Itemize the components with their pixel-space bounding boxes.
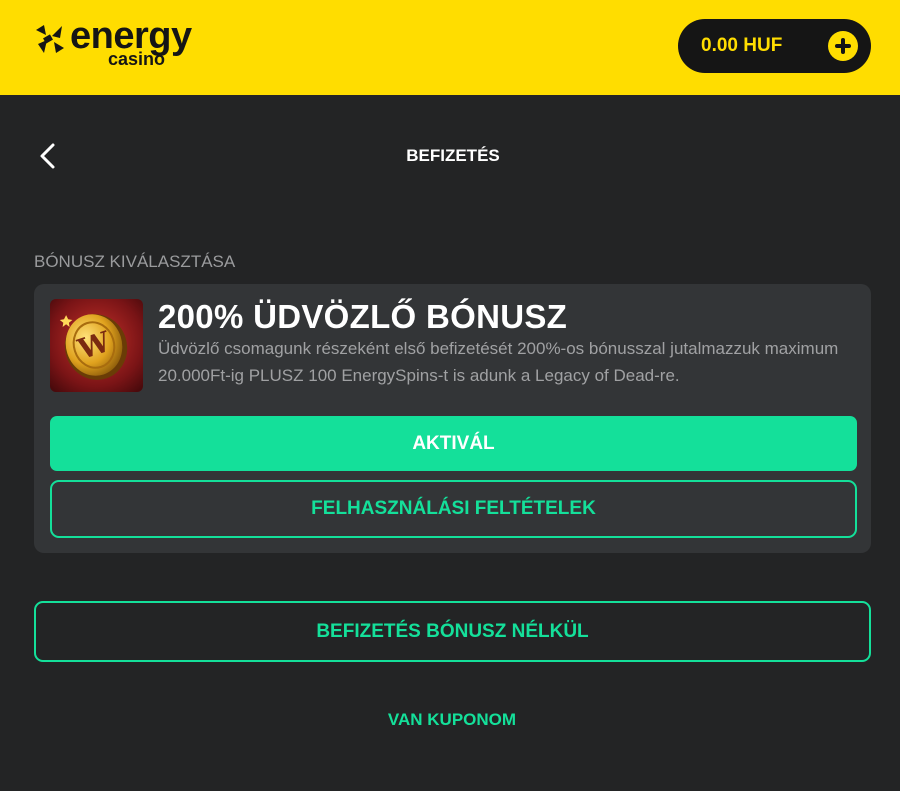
energy-casino-logo[interactable]: energy casino — [32, 15, 222, 74]
balance-deposit-button[interactable]: 0.00 HUF — [678, 19, 871, 73]
wild-coin-icon: W — [50, 299, 143, 392]
energy-spark-icon — [36, 25, 64, 53]
balance-amount: 0.00 HUF — [701, 35, 783, 56]
coupon-link[interactable]: VAN KUPONOM — [0, 707, 900, 733]
terms-button[interactable]: FELHASZNÁLÁSI FELTÉTELEK — [50, 480, 857, 538]
bonus-card: W 200% ÜDVÖZLŐ BÓNUSZ Üdvözlő csomagunk … — [34, 284, 871, 553]
activate-bonus-button[interactable]: AKTIVÁL — [50, 416, 857, 471]
bonus-section-label: BÓNUSZ KIVÁLASZTÁSA — [34, 252, 236, 271]
logo-wordmark-casino: casino — [108, 49, 166, 69]
deposit-without-bonus-button[interactable]: BEFIZETÉS BÓNUSZ NÉLKÜL — [34, 601, 871, 662]
top-header: energy casino 0.00 HUF — [0, 0, 900, 95]
plus-circle-icon — [828, 31, 858, 61]
bonus-description: Üdvözlő csomagunk részeként első befizet… — [158, 339, 839, 385]
bonus-title: 200% ÜDVÖZLŐ BÓNUSZ — [158, 298, 568, 335]
page-title: BEFIZETÉS — [406, 146, 500, 165]
bonus-thumbnail: W — [50, 299, 143, 392]
